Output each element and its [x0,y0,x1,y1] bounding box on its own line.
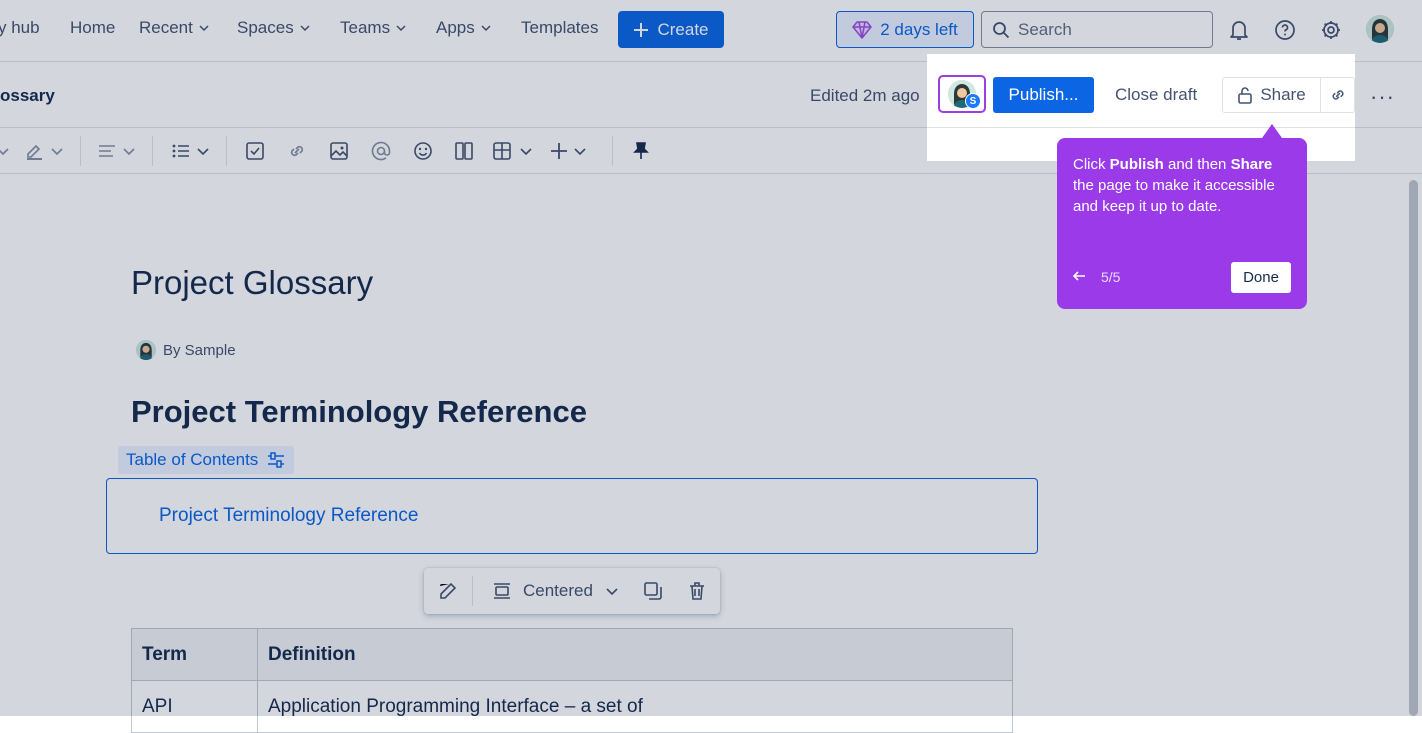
toc-tag-label: Table of Contents [126,450,259,469]
align-center-icon[interactable] [491,580,513,602]
chevron-down-icon[interactable] [515,140,537,162]
edit-icon[interactable] [437,580,459,602]
trash-icon[interactable] [686,580,708,602]
chevron-down-icon [481,25,491,32]
chevron-down-icon [199,25,209,32]
checkbox-icon[interactable] [244,140,266,162]
help-icon[interactable] [1272,17,1298,43]
nav-apps[interactable]: Apps [436,18,491,38]
mention-icon[interactable] [370,140,392,162]
plus-icon [634,22,649,37]
onboarding-tooltip: Click Publish and then Share the page to… [1057,138,1307,309]
bell-icon[interactable] [1226,17,1252,43]
plus-icon[interactable] [548,140,570,162]
align-icon[interactable] [96,140,118,162]
alignment-select[interactable]: Centered [523,581,593,601]
toolbar-divider [472,576,473,606]
chevron-down-icon[interactable] [569,140,591,162]
toolbar-divider [226,136,227,166]
scrollbar[interactable] [1409,180,1418,716]
chevron-down-icon[interactable] [46,140,68,162]
edited-status: Edited 2m ago [810,86,920,105]
table-cell[interactable]: API [131,680,258,733]
toolbar-divider [612,136,613,166]
chevron-down-icon[interactable] [0,140,14,162]
user-avatar[interactable] [1366,15,1394,43]
author-avatar [136,340,156,360]
glossary-table[interactable]: Term Definition API Application Programm… [131,628,1014,733]
nav-spaces[interactable]: Spaces [237,18,310,38]
gem-icon [852,20,872,39]
chevron-down-icon [300,25,310,32]
chevron-down-icon[interactable] [192,140,214,162]
table-of-contents[interactable]: Project Terminology Reference [106,478,1038,554]
copy-link-button[interactable] [1320,77,1355,113]
publish-button[interactable]: Publish... [993,77,1094,113]
image-icon[interactable] [328,140,350,162]
gear-icon[interactable] [1318,17,1344,43]
toc-link[interactable]: Project Terminology Reference [159,505,418,527]
create-button[interactable]: Create [618,11,724,48]
page-breadcrumb-title[interactable]: ossary [0,86,55,106]
bullet-list-icon[interactable] [170,140,192,162]
byline-text: By Sample [163,341,236,359]
byline: By Sample [136,340,236,360]
table-cell[interactable]: Application Programming Interface – a se… [256,680,1014,733]
divider [927,127,1355,128]
share-button[interactable]: Share [1222,77,1321,113]
section-heading[interactable]: Project Terminology Reference [131,394,587,430]
emoji-icon[interactable] [412,140,434,162]
avatar-icon [136,340,156,360]
nav-my-hub[interactable]: y hub [0,18,40,38]
pin-icon[interactable] [630,140,652,162]
avatar-badge: S [965,93,981,109]
toc-macro-tag[interactable]: Table of Contents [118,446,295,474]
copy-icon[interactable] [642,580,664,602]
lock-icon [1238,87,1253,104]
tour-step-counter: 5/5 [1101,269,1121,285]
search-icon [993,21,1010,38]
nav-recent[interactable]: Recent [139,18,209,38]
top-navigation: y hub Home Recent Spaces Teams Apps Temp… [0,0,1422,62]
macro-floating-toolbar: Centered [424,568,720,614]
more-actions-button[interactable]: ··· [1370,84,1395,110]
nav-templates[interactable]: Templates [521,18,598,38]
table-header-cell[interactable]: Term [131,628,258,681]
nav-teams[interactable]: Teams [340,18,406,38]
table-row: API Application Programming Interface – … [131,680,1014,733]
tooltip-arrow [1262,124,1282,138]
toolbar-divider [152,136,153,166]
arrow-left-icon[interactable] [1071,268,1087,284]
page-title[interactable]: Project Glossary [131,264,373,302]
done-button[interactable]: Done [1231,262,1291,293]
chevron-down-icon[interactable] [601,580,623,602]
table-header-cell[interactable]: Definition [256,628,1014,681]
toolbar-divider [80,136,81,166]
avatar-icon [1366,15,1394,43]
close-draft-button[interactable]: Close draft [1115,85,1197,105]
nav-home[interactable]: Home [70,18,115,38]
tooltip-message: Click Publish and then Share the page to… [1073,156,1275,215]
collaborator-avatar[interactable]: S [938,75,986,113]
chevron-down-icon [396,25,406,32]
table-icon[interactable] [491,140,513,162]
trial-days-left-button[interactable]: 2 days left [836,11,974,48]
link-icon[interactable] [286,140,308,162]
table-header-row: Term Definition [131,628,1014,681]
layout-columns-icon[interactable] [453,140,475,162]
link-icon [1331,90,1344,100]
settings-sliders-icon [268,452,285,468]
chevron-down-icon[interactable] [118,140,140,162]
search-input[interactable]: Search [981,11,1213,48]
highlight-icon[interactable] [24,140,46,162]
